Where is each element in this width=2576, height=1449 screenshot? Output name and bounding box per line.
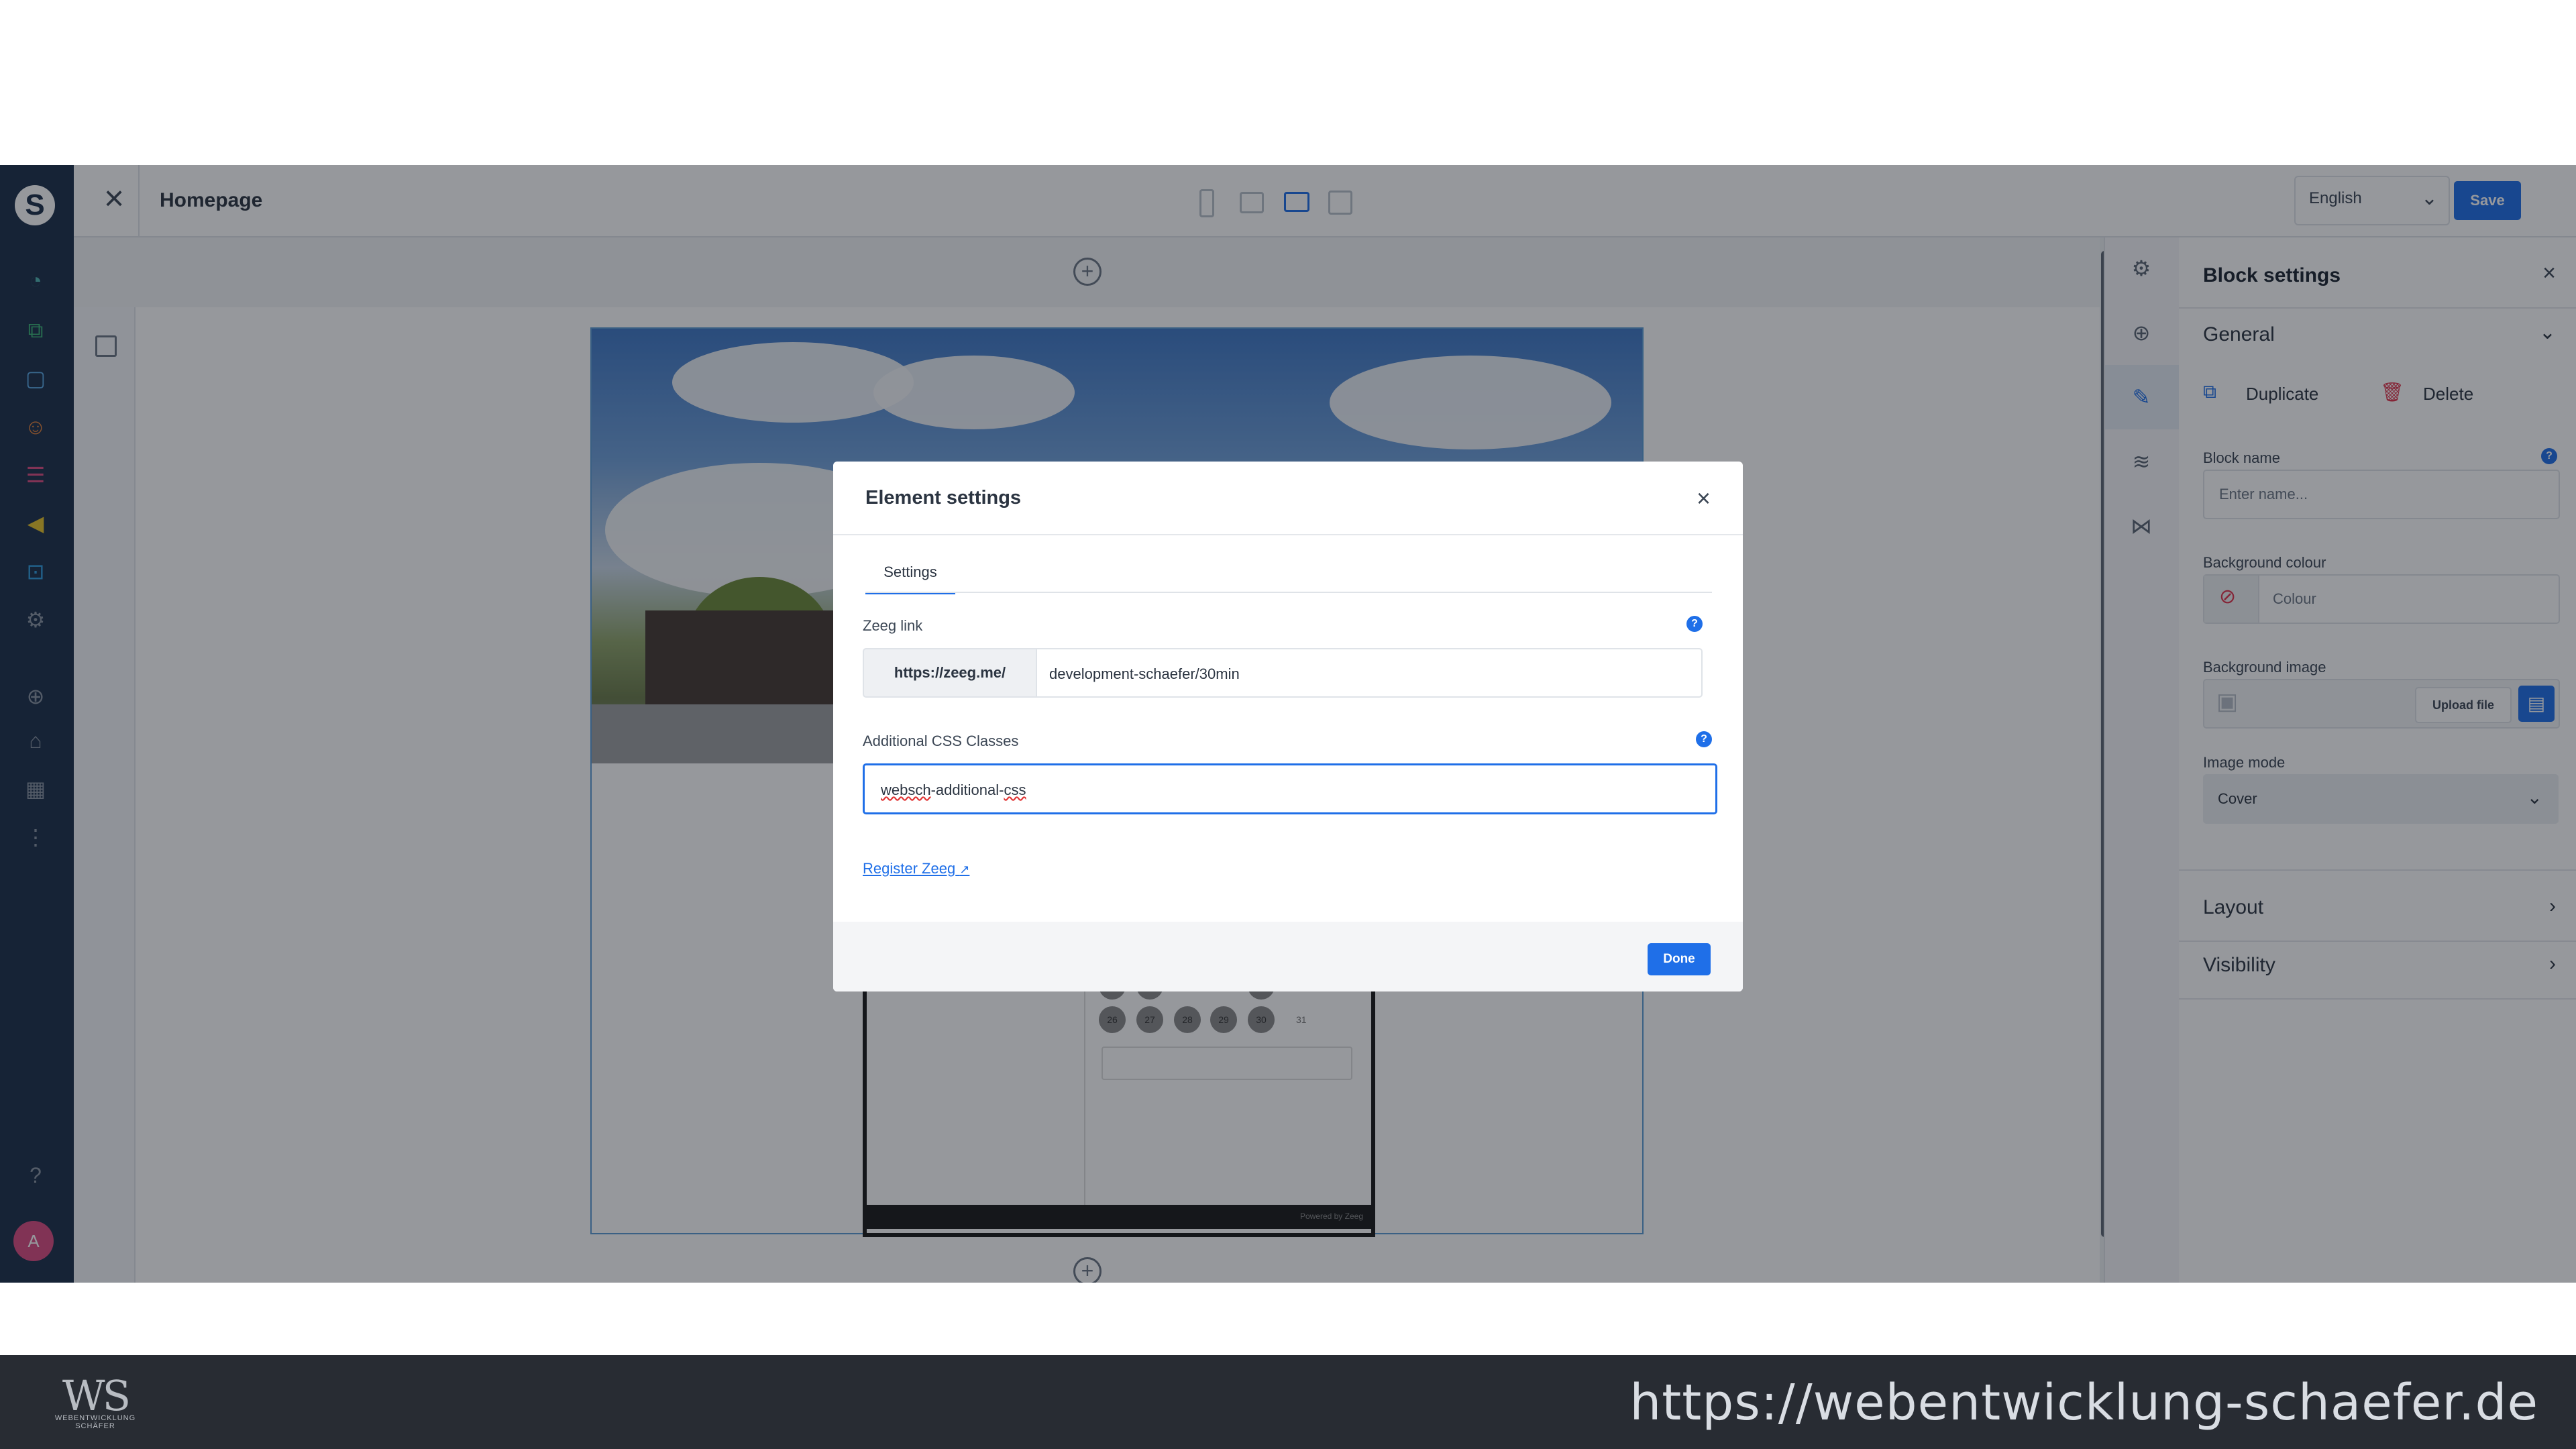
done-button[interactable]: Done [1648, 943, 1711, 975]
external-link-icon: ↗ [959, 863, 970, 876]
app-window: S ◔ ⧉ ▢ ☺ ☰ ◀ ⊡ ⚙ ⊕ ⌂ ▦ ⋮ ? A × Homepage… [0, 165, 2576, 1283]
zeeg-link-input[interactable]: development-schaefer/30min [1034, 648, 1703, 698]
modal-title: Element settings [865, 487, 1022, 508]
info-icon[interactable]: ? [1686, 616, 1703, 632]
css-classes-label: Additional CSS Classes [863, 733, 1019, 749]
css-classes-input[interactable]: websch-additional-css [863, 763, 1717, 814]
modal-footer: Done [833, 922, 1743, 991]
logo-subtext: WEBENTWICKLUNG SCHÄFER [54, 1414, 136, 1430]
logo-text: WS [62, 1371, 131, 1420]
ws-logo: WS WEBENTWICKLUNG SCHÄFER [35, 1370, 156, 1437]
zeeg-link-value: development-schaefer/30min [1049, 665, 1240, 682]
info-icon[interactable]: ? [1696, 731, 1712, 747]
zeeg-link-label: Zeeg link [863, 617, 923, 634]
close-icon[interactable]: × [1697, 484, 1711, 513]
zeeg-url-prefix: https://zeeg.me/ [863, 648, 1037, 698]
register-zeeg-link[interactable]: Register Zeeg ↗ [863, 860, 969, 877]
css-classes-value: websch-additional-css [881, 782, 1026, 798]
tab-settings[interactable]: Settings [865, 553, 955, 594]
element-settings-modal: Element settings × Settings Zeeg link ? … [833, 462, 1743, 991]
bottom-margin [0, 1283, 2576, 1355]
top-margin [0, 0, 2576, 165]
website-url: https://webentwicklung-schaefer.de [1629, 1374, 2538, 1432]
video-footer-banner: WS WEBENTWICKLUNG SCHÄFER https://webent… [0, 1355, 2576, 1449]
